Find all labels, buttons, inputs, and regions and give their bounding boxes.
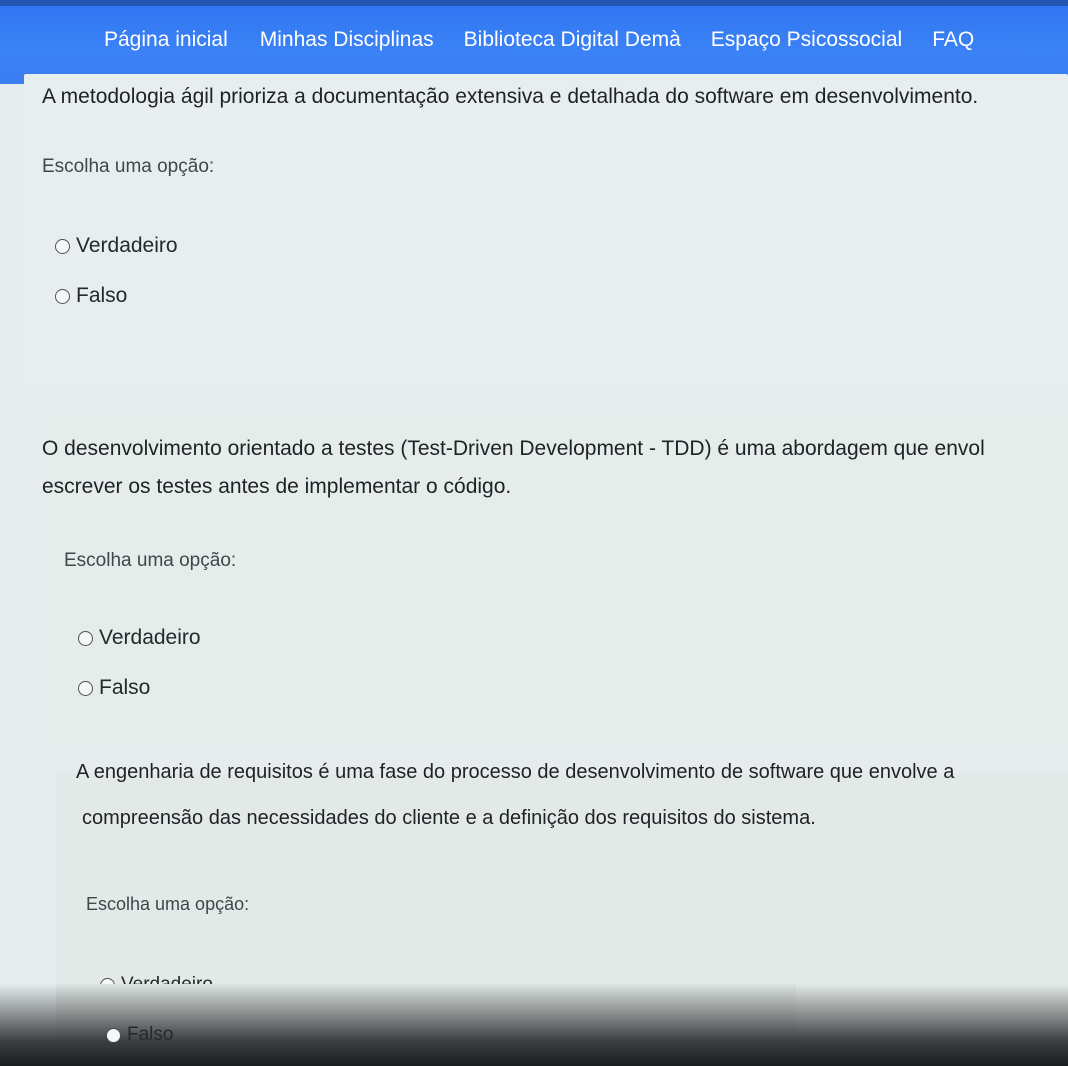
quiz-content: A metodologia ágil prioriza a documentaç… <box>0 74 1068 1066</box>
question-2-option-true[interactable]: Verdadeiro <box>78 626 201 650</box>
question-card-1 <box>24 74 1068 384</box>
question-1-option-false[interactable]: Falso <box>55 284 127 308</box>
question-3-prompt: Escolha uma opção: <box>86 894 250 914</box>
nav-my-courses-link[interactable]: Minhas Disciplinas <box>260 28 434 52</box>
option-label: Verdadeiro <box>99 626 201 649</box>
option-label: Falso <box>99 676 151 699</box>
radio-circle-icon[interactable] <box>55 288 70 304</box>
nav-faq-link[interactable]: FAQ <box>932 28 974 52</box>
nav-digital-library-link[interactable]: Biblioteca Digital Demà <box>464 28 681 52</box>
radio-circle-icon[interactable] <box>78 630 93 646</box>
nav-home-link[interactable]: Página inicial <box>104 28 228 52</box>
question-card-2 <box>40 416 1068 746</box>
question-2-prompt: Escolha uma opção: <box>64 550 237 571</box>
nav-psychosocial-link[interactable]: Espaço Psicossocial <box>711 28 902 52</box>
question-3-text-line-2: compreensão das necessidades do cliente … <box>82 807 816 829</box>
option-label: Falso <box>76 284 128 307</box>
question-3-option-false[interactable]: Falso <box>106 1024 173 1046</box>
question-1-prompt: Escolha uma opção: <box>42 156 215 177</box>
radio-circle-icon[interactable] <box>78 680 93 696</box>
screen: Página inicial Minhas Disciplinas Biblio… <box>0 0 1068 1066</box>
radio-circle-icon[interactable] <box>106 1027 121 1043</box>
question-2-option-false[interactable]: Falso <box>78 676 150 700</box>
question-2-text-line-2: escrever os testes antes de implementar … <box>42 475 512 498</box>
question-2-text-line-1: O desenvolvimento orientado a testes (Te… <box>42 437 985 460</box>
top-navbar: Página inicial Minhas Disciplinas Biblio… <box>0 0 1068 84</box>
question-3-text-line-1: A engenharia de requisitos é uma fase do… <box>76 761 955 783</box>
radio-circle-icon[interactable] <box>55 238 70 254</box>
option-label: Verdadeiro <box>76 234 178 257</box>
question-1-text: A metodologia ágil prioriza a documentaç… <box>42 85 979 108</box>
question-1-option-true[interactable]: Verdadeiro <box>55 234 178 258</box>
nav-links: Página inicial Minhas Disciplinas Biblio… <box>104 28 974 52</box>
option-label: Falso <box>127 1024 174 1045</box>
